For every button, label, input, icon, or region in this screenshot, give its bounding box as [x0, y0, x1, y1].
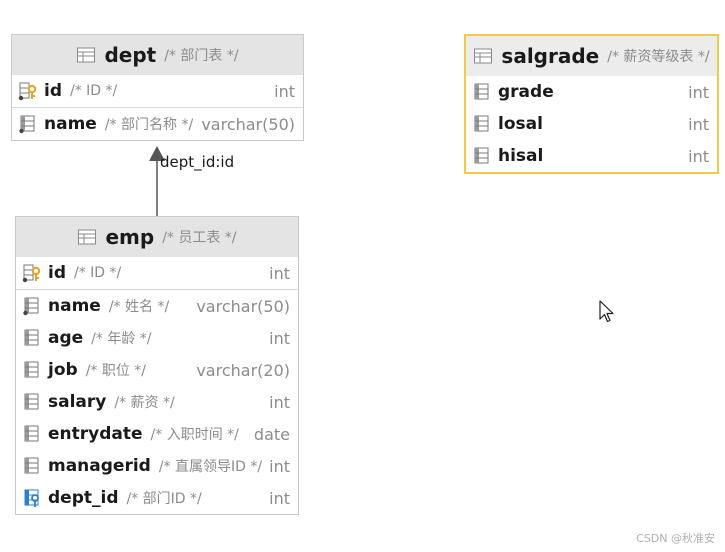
- column-icon: [24, 329, 39, 346]
- column-icon: [24, 393, 39, 410]
- column-row-name[interactable]: name /* 姓名 */ varchar(50): [16, 289, 298, 322]
- column-icon: [23, 297, 39, 316]
- column-type: date: [253, 424, 290, 444]
- column-row-age[interactable]: age /* 年龄 */ int: [16, 322, 298, 354]
- column-type: int: [688, 82, 709, 102]
- column-comment: /* ID */: [74, 265, 122, 281]
- column-row-salary[interactable]: salary /* 薪资 */ int: [16, 386, 298, 418]
- table-icon: [474, 48, 493, 64]
- column-name: age: [48, 328, 84, 348]
- column-comment: /* 直属领导ID */: [158, 459, 263, 475]
- table-comment: /* 员工表 */: [162, 230, 237, 246]
- column-name: job: [48, 360, 78, 380]
- column-comment: /* 薪资 */: [114, 395, 175, 411]
- table-name: salgrade: [501, 44, 600, 68]
- column-row-entrydate[interactable]: entrydate /* 入职时间 */ date: [16, 418, 298, 450]
- watermark: CSDN @秋准安: [636, 532, 715, 545]
- column-row-losal[interactable]: losal int: [466, 108, 717, 140]
- column-comment: /* 部门ID */: [126, 491, 202, 507]
- column-row-managerid[interactable]: managerid /* 直属领导ID */ int: [16, 450, 298, 482]
- column-name: losal: [498, 114, 543, 134]
- emp-table[interactable]: emp /* 员工表 */ id /* ID */ int name /* 姓名…: [15, 216, 299, 515]
- column-type: int: [269, 488, 290, 508]
- column-row-hisal[interactable]: hisal int: [466, 140, 717, 172]
- column-name: entrydate: [48, 424, 143, 444]
- salgrade-table-header[interactable]: salgrade /* 薪资等级表 */: [466, 36, 717, 76]
- column-icon: [24, 425, 39, 442]
- column-type: varchar(50): [196, 296, 290, 316]
- foreign-key-column-icon: [24, 489, 39, 507]
- column-name: salary: [48, 392, 107, 412]
- column-icon: [474, 83, 489, 100]
- column-type: int: [269, 328, 290, 348]
- column-row-id[interactable]: id /* ID */ int: [16, 257, 298, 289]
- column-type: int: [269, 392, 290, 412]
- table-name: emp: [105, 225, 155, 249]
- relation-label: dept_id:id: [160, 153, 235, 171]
- column-name: dept_id: [48, 488, 119, 508]
- column-type: varchar(20): [196, 360, 290, 380]
- column-name: id: [48, 263, 66, 283]
- column-row-job[interactable]: job /* 职位 */ varchar(20): [16, 354, 298, 386]
- column-icon: [474, 147, 489, 164]
- salgrade-table[interactable]: salgrade /* 薪资等级表 */ grade int losal int…: [464, 34, 719, 174]
- column-name: name: [48, 296, 101, 316]
- column-name: grade: [498, 82, 554, 102]
- column-icon: [24, 457, 39, 474]
- column-icon: [24, 361, 39, 378]
- column-row-grade[interactable]: grade int: [466, 76, 717, 108]
- column-type: int: [269, 456, 290, 476]
- emp-table-header[interactable]: emp /* 员工表 */: [16, 217, 298, 257]
- column-comment: /* 年龄 */: [91, 331, 152, 347]
- table-comment: /* 薪资等级表 */: [607, 49, 710, 65]
- column-name: hisal: [498, 146, 544, 166]
- column-type: int: [269, 263, 290, 283]
- column-row-dept-id[interactable]: dept_id /* 部门ID */ int: [16, 482, 298, 514]
- column-icon: [474, 115, 489, 132]
- table-icon: [78, 229, 97, 245]
- primary-key-column-icon: [22, 264, 41, 283]
- column-comment: /* 姓名 */: [108, 299, 170, 315]
- column-comment: /* 职位 */: [85, 363, 147, 379]
- column-name: managerid: [48, 456, 151, 476]
- mouse-cursor-icon: [599, 300, 614, 323]
- column-type: int: [688, 146, 709, 166]
- column-type: int: [688, 114, 709, 134]
- column-comment: /* 入职时间 */: [150, 427, 239, 443]
